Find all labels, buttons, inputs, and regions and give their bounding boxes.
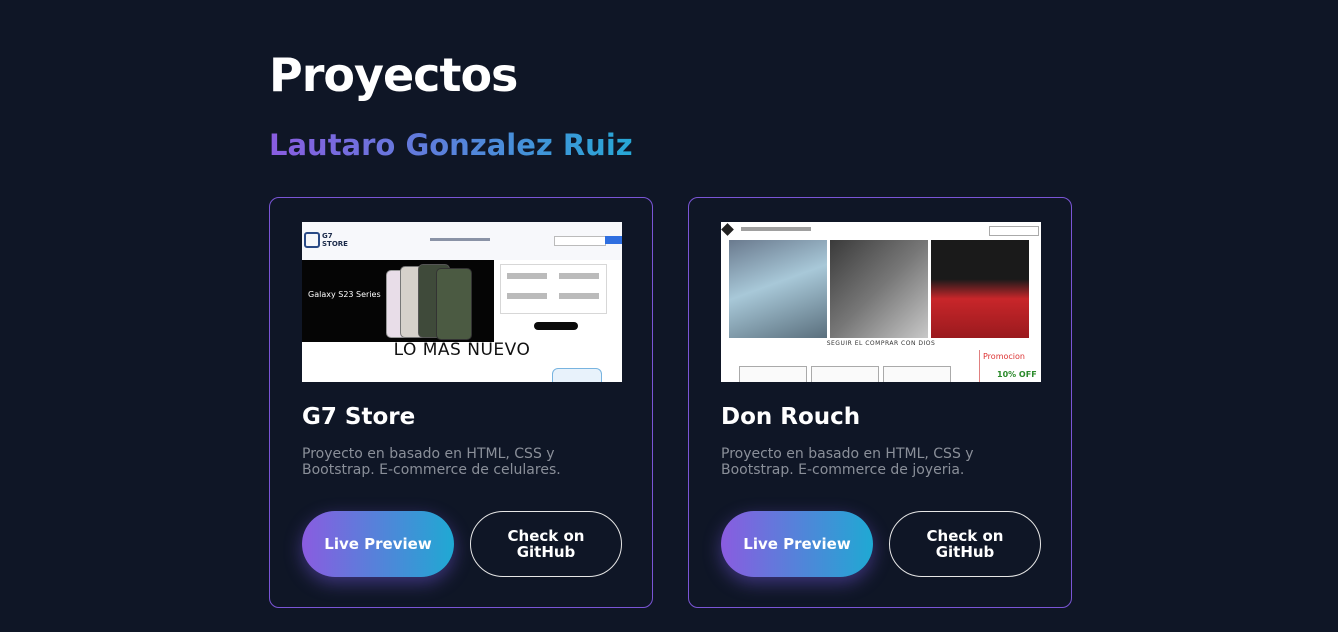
project-thumbnail: SEGUIR EL COMPRAR CON DIOS Promocion 10%… — [721, 222, 1041, 382]
project-description: Proyecto en basado en HTML, CSS y Bootst… — [721, 446, 974, 478]
project-card-don-rouch: SEGUIR EL COMPRAR CON DIOS Promocion 10%… — [688, 197, 1072, 608]
product-tile — [883, 366, 951, 382]
thumbnail-info-box — [500, 264, 607, 314]
project-description: Proyecto en basado en HTML, CSS y Bootst… — [302, 446, 561, 478]
thumbnail-navbar: G7 STORE — [302, 222, 622, 260]
thumbnail-caption: SEGUIR EL COMPRAR CON DIOS — [826, 340, 936, 347]
thumbnail-divider — [979, 350, 980, 382]
don-rouch-logo-icon — [721, 223, 734, 236]
page-title: Proyectos — [269, 48, 518, 102]
thumbnail-badge — [552, 368, 602, 382]
thumbnail-search-button — [605, 236, 622, 244]
check-on-github-button[interactable]: Check on GitHub — [470, 511, 622, 577]
thumbnail-photo — [830, 240, 928, 338]
live-preview-button[interactable]: Live Preview — [302, 511, 454, 577]
page-subtitle: Lautaro Gonzalez Ruiz — [269, 128, 633, 162]
thumbnail-pill-button — [534, 322, 578, 330]
thumbnail-photo — [931, 240, 1029, 338]
thumbnail-search — [989, 226, 1039, 236]
project-card-g7-store: G7 STORE Galaxy S23 Series LO MAS NUEVO … — [269, 197, 653, 608]
thumbnail-photo — [729, 240, 827, 338]
thumbnail-navbar — [721, 222, 1041, 238]
thumbnail-discount: 10% OFF — [997, 370, 1037, 379]
thumbnail-promo: Promocion — [983, 352, 1025, 361]
thumbnail-search — [554, 236, 606, 246]
g7-logo-icon — [304, 232, 320, 248]
banner-text: Galaxy S23 Series — [308, 290, 381, 299]
thumbnail-menu — [741, 227, 811, 231]
live-preview-button[interactable]: Live Preview — [721, 511, 873, 577]
thumbnail-headline: LO MAS NUEVO — [393, 340, 531, 360]
product-tile — [811, 366, 879, 382]
thumbnail-menu — [430, 238, 490, 241]
project-thumbnail: G7 STORE Galaxy S23 Series LO MAS NUEVO — [302, 222, 622, 382]
product-tile — [739, 366, 807, 382]
check-on-github-button[interactable]: Check on GitHub — [889, 511, 1041, 577]
thumbnail-banner: Galaxy S23 Series — [302, 260, 494, 342]
thumbnail-brand: G7 STORE — [322, 232, 348, 248]
project-title: Don Rouch — [721, 404, 861, 430]
phone-image — [436, 268, 472, 340]
project-title: G7 Store — [302, 404, 416, 430]
